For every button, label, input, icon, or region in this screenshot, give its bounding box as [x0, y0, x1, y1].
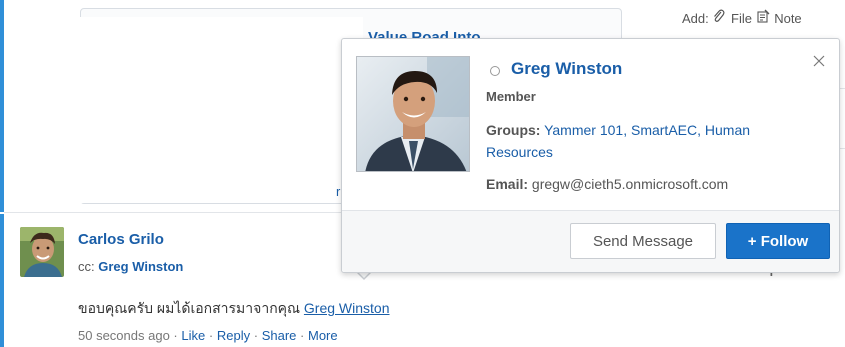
- post-meta: 50 seconds ago · Like · Reply · Share · …: [78, 328, 338, 343]
- user-profile-card: Greg Winston Member Groups: Yammer 101, …: [341, 38, 840, 273]
- profile-email: Email: gregw@cieth5.onmicrosoft.com: [486, 176, 728, 192]
- cc-line: cc: Greg Winston: [78, 259, 183, 274]
- paperclip-icon[interactable]: [712, 9, 727, 26]
- mention-link[interactable]: Greg Winston: [304, 300, 390, 316]
- cc-label: cc:: [78, 259, 95, 274]
- profile-card-footer: Send Message + Follow: [342, 210, 839, 272]
- profile-role: Member: [486, 89, 536, 104]
- add-note-button[interactable]: Note: [774, 11, 801, 26]
- thread-accent-bar: [0, 0, 4, 212]
- post-timestamp[interactable]: 50 seconds ago: [78, 328, 170, 343]
- add-label: Add:: [682, 11, 709, 26]
- send-message-button[interactable]: Send Message: [570, 223, 716, 259]
- presence-offline-icon: [490, 66, 500, 76]
- meta-separator: ·: [173, 328, 178, 343]
- attachment-link-fragment[interactable]: r: [336, 184, 340, 199]
- reply-link[interactable]: Reply: [217, 328, 250, 343]
- profile-user-name[interactable]: Greg Winston: [511, 59, 622, 79]
- note-icon[interactable]: [756, 9, 771, 26]
- author-avatar[interactable]: [20, 227, 64, 277]
- meta-separator: ·: [253, 328, 259, 343]
- add-file-button[interactable]: File: [731, 11, 752, 26]
- post-message: ขอบคุณครับ ผมได้เอกสารมาจากคุณ Greg Wins…: [78, 298, 390, 320]
- profile-photo[interactable]: [356, 56, 470, 172]
- message-text: ขอบคุณครับ ผมได้เอกสารมาจากคุณ: [78, 300, 301, 316]
- add-toolbar: Add: File Note: [682, 9, 802, 26]
- email-value: gregw@cieth5.onmicrosoft.com: [531, 176, 729, 192]
- email-label: Email:: [486, 176, 529, 192]
- like-link[interactable]: Like: [181, 328, 205, 343]
- close-icon[interactable]: [811, 53, 827, 69]
- share-link[interactable]: Share: [262, 328, 297, 343]
- profile-groups: Groups: Yammer 101, SmartAEC, Human Reso…: [486, 119, 816, 163]
- meta-separator: ·: [300, 328, 305, 343]
- groups-label: Groups:: [486, 122, 541, 138]
- post-accent-bar: [0, 214, 4, 347]
- more-link[interactable]: More: [308, 328, 338, 343]
- attachment-preview[interactable]: [63, 17, 363, 203]
- meta-separator: ·: [208, 328, 214, 343]
- follow-button[interactable]: + Follow: [726, 223, 830, 259]
- author-name[interactable]: Carlos Grilo: [78, 231, 164, 248]
- cc-user-link[interactable]: Greg Winston: [98, 259, 183, 274]
